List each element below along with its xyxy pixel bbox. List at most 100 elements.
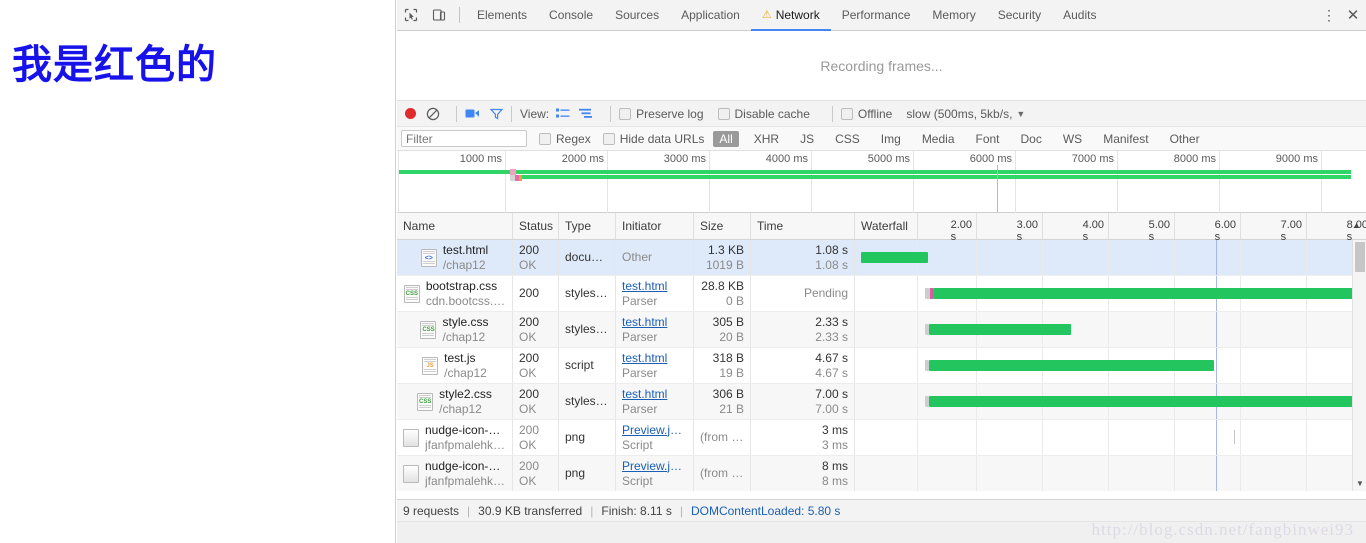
filter-type-css[interactable]: CSS (829, 131, 866, 147)
size-sub: 20 B (719, 329, 744, 344)
tab-audits[interactable]: Audits (1052, 0, 1107, 31)
inspect-cursor-icon[interactable] (397, 0, 425, 30)
filter-input[interactable] (401, 130, 527, 147)
filter-type-all[interactable]: All (713, 130, 739, 147)
overview-tick-label: 4000 ms (765, 153, 808, 165)
css-file-icon: CSS (417, 392, 434, 411)
request-type: png (565, 466, 586, 480)
filter-funnel-icon[interactable] (490, 108, 503, 120)
sort-ascending-icon[interactable]: ▲ (1352, 220, 1361, 230)
column-header-size: Size (694, 213, 751, 239)
status-text: OK (519, 365, 537, 380)
tab-label: Performance (841, 7, 911, 22)
throttling-select[interactable]: slow (500ms, 5kb/s, ▼ (906, 107, 1025, 121)
table-row[interactable]: <> test.html /chap12 200 OK docu… Other … (397, 240, 1366, 276)
filter-type-ws[interactable]: WS (1057, 131, 1088, 147)
offline-checkbox[interactable]: Offline (840, 106, 893, 121)
tabbar-divider (459, 7, 460, 23)
column-header-waterfall: Waterfall 2.00 s 3.00 s 4.00 s 5.00 s 6.… (855, 213, 1366, 243)
scroll-down-arrow-icon[interactable]: ▼ (1353, 477, 1366, 491)
throttling-value: slow (500ms, 5kb/s, (906, 106, 1013, 121)
overview-tick-label: 8000 ms (1173, 153, 1216, 165)
size: (from di… (700, 466, 744, 480)
summary-separator: | (590, 503, 594, 518)
tab-label: Network (775, 7, 820, 22)
time: 1.08 s (815, 242, 848, 257)
checkbox-box (840, 107, 853, 120)
tab-elements[interactable]: Elements (466, 0, 538, 31)
time: 3 ms (821, 422, 848, 437)
status-text: OK (519, 473, 537, 488)
tab-memory[interactable]: Memory (921, 0, 986, 31)
web-page-viewport: 我是红色的 (0, 0, 396, 543)
tab-console[interactable]: Console (538, 0, 604, 31)
preserve-log-checkbox[interactable]: Preserve log (619, 106, 704, 121)
camera-capture-screenshots-icon[interactable] (465, 108, 480, 119)
waterfall-view-icon[interactable] (579, 108, 593, 119)
time-sub: 2.33 s (815, 329, 848, 344)
status-code: 200 (519, 242, 540, 257)
checkbox-box (619, 107, 632, 120)
table-row[interactable]: nudge-icon-a… jfanfpmalehk… 200 OK png P… (397, 420, 1366, 456)
initiator-link[interactable]: test.html (622, 315, 687, 330)
request-type: styles… (565, 322, 608, 336)
hide-data-urls-checkbox[interactable]: Hide data URLs (602, 132, 704, 146)
overview-tick-label: 7000 ms (1071, 153, 1114, 165)
list-view-icon[interactable] (556, 108, 570, 119)
initiator-link[interactable]: test.html (622, 351, 687, 366)
request-count: 9 requests (403, 503, 460, 518)
record-button-icon[interactable] (405, 108, 416, 119)
device-toolbar-icon[interactable] (425, 0, 453, 30)
initiator-link[interactable]: Preview.js:28 (622, 459, 687, 474)
vertical-scrollbar[interactable]: ▼ (1352, 240, 1366, 491)
tab-sources[interactable]: Sources (604, 0, 670, 31)
initiator-sub: Script (622, 473, 653, 488)
filter-type-manifest[interactable]: Manifest (1097, 131, 1154, 147)
offline-label: Offline (857, 106, 893, 121)
initiator-link[interactable]: test.html (622, 387, 687, 402)
initiator-sub: Parser (622, 401, 658, 416)
filter-type-js[interactable]: JS (794, 131, 820, 147)
tab-performance[interactable]: Performance (831, 0, 922, 31)
dom-content-loaded-time: DOMContentLoaded: 5.80 s (690, 503, 841, 518)
table-row[interactable]: CSS style.css /chap12 200 OK styles… tes… (397, 312, 1366, 348)
screenshot-root: 我是红色的 Elements Console Sources Applicati… (0, 0, 1366, 543)
tab-label: Audits (1063, 7, 1097, 22)
tab-network[interactable]: ⚠ Network (750, 0, 831, 31)
filter-type-other[interactable]: Other (1164, 131, 1206, 147)
regex-checkbox[interactable]: Regex (539, 132, 591, 146)
filter-type-font[interactable]: Font (970, 131, 1006, 147)
filmstrip-recording-area: Recording frames... (397, 31, 1366, 101)
overview-tick-label: 9000 ms (1275, 153, 1318, 165)
requests-table-body[interactable]: <> test.html /chap12 200 OK docu… Other … (397, 240, 1366, 491)
initiator: Other (622, 250, 653, 264)
waterfall-cell (855, 384, 1366, 419)
clear-icon[interactable] (424, 105, 442, 123)
close-icon[interactable]: ✕ (1340, 6, 1366, 24)
time: 4.67 s (815, 350, 848, 365)
scrollbar-thumb[interactable] (1355, 242, 1365, 272)
request-type: script (565, 358, 594, 372)
tab-security[interactable]: Security (987, 0, 1052, 31)
time: Pending (803, 286, 848, 300)
size: 28.8 KB (701, 278, 744, 293)
table-row[interactable]: JS test.js /chap12 200 OK script test.ht… (397, 348, 1366, 384)
filter-type-img[interactable]: Img (875, 131, 907, 147)
filter-type-doc[interactable]: Doc (1015, 131, 1048, 147)
disable-cache-checkbox[interactable]: Disable cache (717, 107, 810, 121)
chevron-down-icon: ▼ (1016, 108, 1026, 119)
table-row[interactable]: CSS style2.css /chap12 200 OK styles… te… (397, 384, 1366, 420)
initiator-link[interactable]: test.html (622, 279, 687, 294)
page-heading: 我是红色的 (12, 42, 217, 88)
table-row[interactable]: nudge-icon-a… jfanfpmalehk… 200 OK png P… (397, 456, 1366, 491)
preserve-log-label: Preserve log (636, 106, 704, 121)
status-code: 200 (519, 286, 540, 300)
initiator-link[interactable]: Preview.js:28 (622, 423, 687, 438)
table-row[interactable]: CSS bootstrap.css cdn.bootcss.… 200 styl… (397, 276, 1366, 312)
tab-application[interactable]: Application (670, 0, 751, 31)
network-overview-timeline[interactable]: 1000 ms 2000 ms 3000 ms 4000 ms 5000 ms … (397, 151, 1366, 213)
status-code: 200 (519, 386, 540, 401)
filter-type-xhr[interactable]: XHR (748, 131, 785, 147)
kebab-menu-icon[interactable]: ⋮ (1318, 8, 1340, 22)
filter-type-media[interactable]: Media (916, 131, 961, 147)
